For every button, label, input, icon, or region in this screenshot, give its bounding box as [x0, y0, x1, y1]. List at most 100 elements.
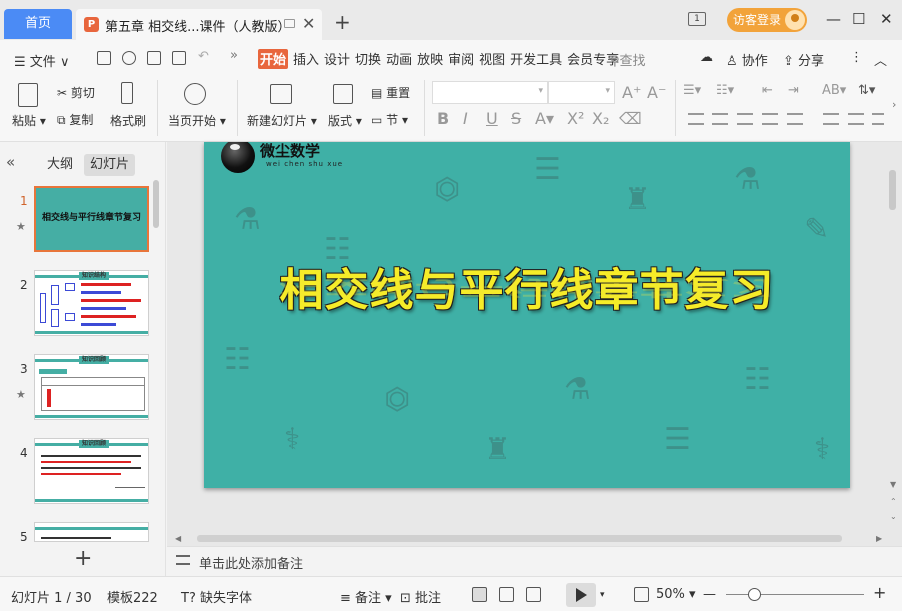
monitor-icon[interactable]: [284, 19, 295, 28]
sort-icon[interactable]: ⇅▾: [858, 83, 875, 98]
more-options-icon[interactable]: ⋮: [850, 50, 863, 65]
missing-font-button[interactable]: T? 缺失字体: [181, 587, 252, 606]
share-button[interactable]: ⇪ 分享: [783, 50, 824, 69]
distribute-icon[interactable]: [787, 113, 803, 125]
template-name[interactable]: 模板222: [107, 587, 158, 606]
prev-slide-icon[interactable]: ⌃: [890, 497, 897, 506]
bold-icon[interactable]: B: [437, 109, 449, 128]
more-chevron-icon[interactable]: »: [230, 48, 244, 63]
tab-slides[interactable]: 幻灯片: [84, 154, 136, 176]
new-slide-button[interactable]: 新建幻灯片 ▾: [247, 112, 317, 129]
line-spacing-icon[interactable]: [823, 113, 839, 125]
slide-sorter-icon[interactable]: [499, 587, 514, 602]
scroll-left-icon[interactable]: ◀: [175, 534, 181, 543]
print-icon[interactable]: [147, 51, 161, 65]
align-left-icon[interactable]: [688, 113, 704, 125]
font-color-icon[interactable]: A▾: [535, 109, 554, 128]
start-from-current-button[interactable]: 当页开始 ▾: [168, 112, 226, 129]
normal-view-icon[interactable]: [472, 587, 487, 602]
format-painter-button[interactable]: 格式刷: [110, 112, 146, 129]
add-slide-button[interactable]: +: [74, 546, 92, 571]
guest-login-button[interactable]: 访客登录: [727, 8, 807, 32]
collab-button[interactable]: ♙ 协作: [726, 50, 768, 69]
zoom-level[interactable]: 50% ▾: [656, 587, 696, 602]
slide-thumbnail-5[interactable]: [34, 522, 149, 542]
window-layout-icon[interactable]: 1: [688, 12, 706, 26]
zoom-in-button[interactable]: +: [873, 583, 886, 602]
minimize-button[interactable]: —: [826, 10, 841, 28]
italic-icon[interactable]: I: [463, 109, 468, 128]
tab-view[interactable]: 视图: [479, 49, 505, 69]
new-slide-icon[interactable]: [270, 84, 292, 104]
scroll-right-icon[interactable]: ▶: [876, 534, 882, 543]
collapse-ribbon-icon[interactable]: ︿: [874, 50, 887, 69]
increase-indent-icon[interactable]: ⇥: [788, 83, 799, 98]
cut-button[interactable]: ✂ 剪切: [57, 84, 95, 101]
decrease-indent-icon[interactable]: ⇤: [762, 83, 773, 98]
print-preview-icon[interactable]: [172, 51, 186, 65]
reset-button[interactable]: ▤ 重置: [371, 84, 410, 101]
layout-icon[interactable]: [333, 84, 353, 104]
close-tab-icon[interactable]: ✕: [302, 14, 315, 33]
ribbon-scroll-right-icon[interactable]: ›: [892, 98, 896, 111]
collapse-panel-icon[interactable]: «: [6, 153, 15, 171]
next-slide-icon[interactable]: ⌄: [890, 512, 897, 521]
tab-animations[interactable]: 动画: [386, 49, 412, 69]
slide-thumbnail-4[interactable]: 知识回顾: [34, 438, 149, 504]
comments-button[interactable]: ⊡ 批注: [400, 587, 441, 606]
justify-icon[interactable]: [762, 113, 778, 125]
bullet-list-icon[interactable]: ☰▾: [683, 83, 701, 98]
document-tab[interactable]: P 第五章 相交线...课件（人教版） ✕: [76, 9, 322, 40]
paste-icon[interactable]: [18, 83, 38, 107]
tab-insert[interactable]: 插入: [293, 49, 319, 69]
section-button[interactable]: ▭ 节 ▾: [371, 111, 408, 128]
slideshow-play-button[interactable]: [566, 583, 596, 607]
fit-window-icon[interactable]: [634, 587, 649, 602]
vertical-scrollbar[interactable]: [889, 170, 896, 210]
search-input[interactable]: ⚲查找: [610, 50, 646, 69]
superscript-icon[interactable]: X²: [567, 109, 584, 128]
save-icon[interactable]: [97, 51, 111, 65]
file-menu[interactable]: ☰ 文件 ∨: [14, 51, 69, 70]
tab-slideshow[interactable]: 放映: [417, 49, 443, 69]
notes-pane[interactable]: 单击此处添加备注: [167, 546, 902, 576]
zoom-out-button[interactable]: —: [703, 587, 716, 602]
decrease-font-icon[interactable]: A⁻: [647, 83, 666, 102]
tab-transitions[interactable]: 切换: [355, 49, 381, 69]
font-name-select[interactable]: ▾: [432, 81, 548, 104]
home-tab[interactable]: 首页: [4, 9, 72, 39]
zoom-slider-knob[interactable]: [747, 588, 761, 601]
cloud-sync-icon[interactable]: ☁: [700, 50, 713, 65]
new-tab-button[interactable]: +: [334, 10, 351, 34]
numbered-list-icon[interactable]: ☷▾: [716, 83, 734, 98]
increase-font-icon[interactable]: A⁺: [622, 83, 641, 102]
close-window-button[interactable]: ✕: [880, 10, 893, 28]
layout-button[interactable]: 版式 ▾: [328, 112, 362, 129]
play-from-current-icon[interactable]: [184, 83, 206, 105]
clear-format-icon[interactable]: ⌫: [619, 109, 642, 128]
format-painter-icon[interactable]: [121, 82, 133, 104]
tab-home[interactable]: 开始: [258, 49, 289, 69]
strikethrough-icon[interactable]: S: [511, 109, 521, 128]
tab-review[interactable]: 审阅: [448, 49, 474, 69]
zoom-slider[interactable]: [726, 594, 864, 595]
underline-icon[interactable]: U: [486, 109, 498, 128]
font-size-select[interactable]: ▾: [548, 81, 615, 104]
slideshow-options-icon[interactable]: ▾: [600, 590, 605, 600]
tab-outline[interactable]: 大纲: [41, 154, 79, 176]
align-right-icon[interactable]: [737, 113, 753, 125]
text-height-icon[interactable]: [872, 113, 884, 125]
slide-thumbnail-3[interactable]: 知识回顾: [34, 354, 149, 420]
align-center-icon[interactable]: [712, 113, 728, 125]
notes-toggle-button[interactable]: ≡ 备注 ▾: [340, 587, 392, 606]
maximize-button[interactable]: ☐: [852, 10, 865, 28]
subscript-icon[interactable]: X₂: [592, 109, 609, 128]
tab-design[interactable]: 设计: [324, 49, 350, 69]
paragraph-spacing-icon[interactable]: [848, 113, 864, 125]
panel-scrollbar[interactable]: [153, 180, 159, 228]
text-direction-icon[interactable]: AB▾: [822, 83, 846, 98]
reading-view-icon[interactable]: [526, 587, 541, 602]
copy-button[interactable]: ⧉ 复制: [57, 111, 93, 128]
undo-icon[interactable]: ↶: [198, 49, 212, 64]
paste-button[interactable]: 粘贴 ▾: [12, 112, 46, 129]
